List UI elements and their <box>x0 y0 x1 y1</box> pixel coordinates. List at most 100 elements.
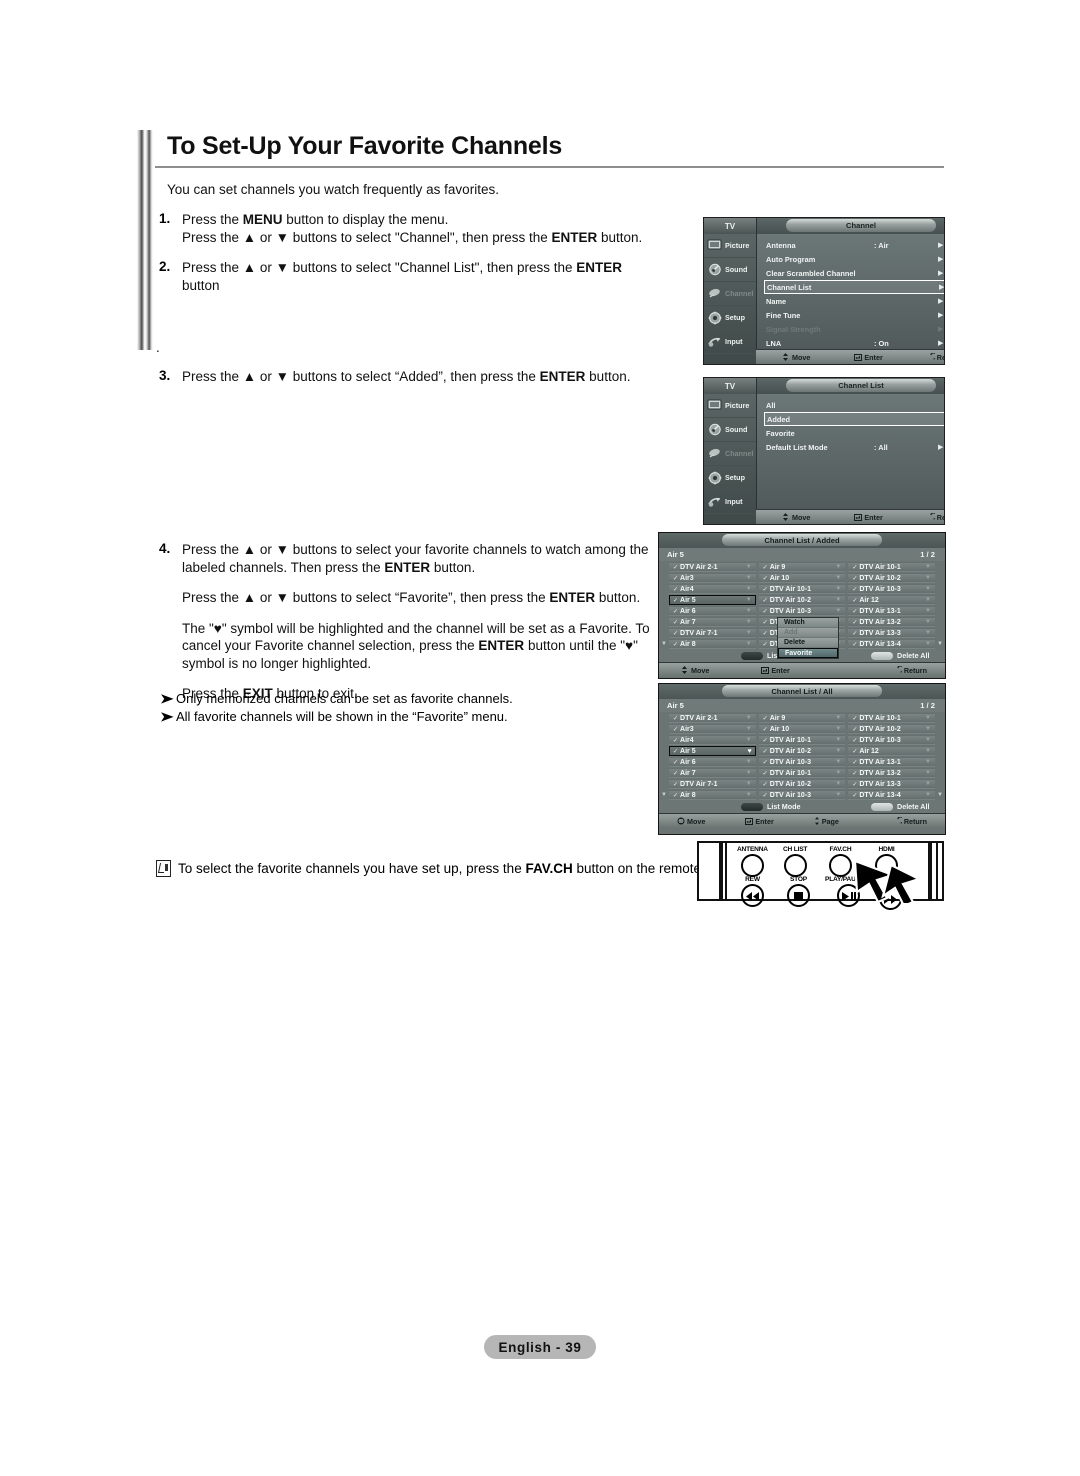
channel-cell[interactable]: ✓ DTV Air 13-4 ▼ <box>848 639 935 649</box>
list-mode-label: List Mode <box>767 802 801 811</box>
menu-row-clear-scrambled[interactable]: Clear Scrambled Channel ▶ <box>756 266 944 280</box>
channel-cell[interactable]: ✓ Air 7 ▼ <box>669 768 756 778</box>
menu-row-channel-list[interactable]: Channel List ▶ <box>764 280 944 294</box>
menu-row-default-list-mode[interactable]: Default List Mode : All ▶ <box>756 440 944 454</box>
sidebar-item-sound[interactable]: Sound <box>704 258 756 282</box>
sidebar-item-input[interactable]: Input <box>704 330 756 354</box>
channel-cell[interactable]: ✓DTV Air 10-1 ▼ <box>848 562 935 572</box>
menu-row-fine-tune[interactable]: Fine Tune ▶ <box>756 308 944 322</box>
remote-key-play-pause[interactable]: PLAY/PAUSE <box>825 876 864 907</box>
channel-grid[interactable]: ✓ DTV Air 2-1 ▼ ✓ Air 9 ▼ ✓ DTV Air 10-1 ▼ ✓ Air3 ▼… <box>659 712 945 800</box>
sidebar-item-setup[interactable]: Setup <box>704 466 756 490</box>
sidebar-item-picture[interactable]: Picture <box>704 234 756 258</box>
context-popup[interactable]: Watch Add Delete Favorite <box>777 617 839 659</box>
channel-cell[interactable]: ✓ Air 6 ▼ <box>669 606 756 616</box>
channel-cell[interactable]: ✓DTV Air 10-3 ▼ <box>848 584 935 594</box>
check-icon: ✓ <box>762 619 768 626</box>
popup-item-delete[interactable]: Delete <box>778 638 838 648</box>
scroll-down-left-icon[interactable]: ▼ <box>661 792 667 798</box>
channel-cell[interactable]: ✓ DTV Air 13-2 ▼ <box>848 768 935 778</box>
remote-key-rew[interactable]: REW <box>741 876 764 907</box>
step-item: 3. Press the ▲ or ▼ buttons to select “A… <box>155 368 675 386</box>
menu-rows: Antenna : Air ▶ Auto Program ▶ Clear Scr… <box>756 234 944 350</box>
panel-header: Channel List / Added <box>659 533 945 548</box>
popup-item-watch[interactable]: Watch <box>778 618 838 628</box>
menu-row-all[interactable]: All <box>756 398 944 412</box>
channel-cell[interactable]: ✓ DTV Air 2-1 ▼ <box>669 562 756 572</box>
channel-cell[interactable]: ✓DTV Air 10-1 ▼ <box>848 713 935 723</box>
menu-row-added[interactable]: Added <box>764 412 944 426</box>
channel-cell[interactable]: ✓DTV Air 10-2 ▼ <box>848 724 935 734</box>
sidebar-item-sound[interactable]: Sound <box>704 418 756 442</box>
remote-key-hdmi[interactable]: HDMI <box>875 846 898 877</box>
channel-cell[interactable]: ✓ DTV Air 13-3 ▼ <box>848 628 935 638</box>
menu-row-name[interactable]: Name ▶ <box>756 294 944 308</box>
channel-cell[interactable]: ✓DTV Air 10-1 ▼ <box>758 584 846 594</box>
row-label: Antenna <box>766 240 796 250</box>
sidebar-item-input[interactable]: Input <box>704 490 756 514</box>
channel-cell[interactable]: ✓ Air 5 ♥ <box>669 746 756 756</box>
channel-cell[interactable]: ✓ Air3 ▼ <box>669 573 756 583</box>
channel-cell[interactable]: ✓ Air 8 ▼ <box>669 790 756 800</box>
sidebar-item-picture[interactable]: Picture <box>704 394 756 418</box>
remote-key-stop[interactable]: STOP <box>787 876 810 907</box>
channel-cell[interactable]: ✓ Air 8 ▼ <box>669 639 756 649</box>
channel-cell[interactable]: ✓ DTV Air 7-1 ▼ <box>669 628 756 638</box>
list-mode-button[interactable]: List Mode <box>741 802 801 811</box>
row-label: Favorite <box>766 428 795 438</box>
channel-cell[interactable]: ✓DTV Air 10-2 ▼ <box>758 746 846 756</box>
channel-cell[interactable]: ✓ Air4 ▼ <box>669 584 756 594</box>
channel-cell[interactable]: ✓DTV Air 10-3 ▼ <box>758 757 846 767</box>
channel-label: DTV Air 10-3 <box>769 607 812 615</box>
chevron-down-icon: ▼ <box>745 564 752 570</box>
channel-cell[interactable]: ✓DTV Air 10-3 ▼ <box>758 606 846 616</box>
channel-cell[interactable]: ✓ Air 7 ▼ <box>669 617 756 627</box>
channel-cell[interactable]: ✓DTV Air 10-2 ▼ <box>848 573 935 583</box>
channel-cell[interactable]: ✓ DTV Air 2-1 ▼ <box>669 713 756 723</box>
channel-cell[interactable]: ✓DTV Air 10-3 ▼ <box>758 790 846 800</box>
popup-item-favorite[interactable]: Favorite <box>778 648 838 658</box>
delete-all-button[interactable]: Delete All <box>871 802 930 811</box>
menu-row-lna[interactable]: LNA : On ▶ <box>756 336 944 350</box>
step-item: 4. Press the ▲ or ▼ buttons to select yo… <box>155 541 665 703</box>
channel-cell[interactable]: ✓ Air3 ▼ <box>669 724 756 734</box>
channel-cell[interactable]: ✓ Air 9 ▼ <box>758 562 846 572</box>
channel-label: DTV Air 10-3 <box>859 736 901 744</box>
channel-cell[interactable]: ✓ Air 12 ▼ <box>848 746 935 756</box>
channel-cell[interactable]: ✓DTV Air 10-2 ▼ <box>758 779 846 789</box>
menu-row-auto-program[interactable]: Auto Program ▶ <box>756 252 944 266</box>
popup-item-add[interactable]: Add <box>778 628 838 638</box>
remote-key-ff[interactable] <box>879 886 902 910</box>
remote-key-ch-list[interactable]: CH LIST <box>783 846 807 877</box>
sidebar-item-setup[interactable]: Setup <box>704 306 756 330</box>
channel-label: DTV Air 13-2 <box>859 769 901 777</box>
channel-cell[interactable]: ✓ Air 9 ▼ <box>758 713 846 723</box>
channel-cell[interactable]: ✓ DTV Air 13-3 ▼ <box>848 779 935 789</box>
channel-cell[interactable]: ✓DTV Air 10-1 ▼ <box>758 735 846 745</box>
delete-all-button[interactable]: Delete All <box>871 651 930 660</box>
channel-cell[interactable]: ✓ DTV Air 13-1 ▼ <box>848 757 935 767</box>
channel-cell[interactable]: ✓ Air4 ▼ <box>669 735 756 745</box>
channel-cell[interactable]: ✓ DTV Air 13-1 ▼ <box>848 606 935 616</box>
scroll-down-left-icon[interactable]: ▼ <box>661 641 667 647</box>
channel-cell[interactable]: ✓DTV Air 10-2 ▼ <box>758 595 846 605</box>
chevron-right-icon: ▶ <box>938 340 944 347</box>
remote-key-antenna[interactable]: ANTENNA <box>737 846 768 877</box>
channel-cell[interactable]: ✓ Air 12 ▼ <box>848 595 935 605</box>
menu-row-favorite[interactable]: Favorite <box>756 426 944 440</box>
sidebar-item-channel[interactable]: Channel <box>704 282 756 306</box>
channel-cell[interactable]: ✓ Air 10 ▼ <box>758 573 846 583</box>
channel-cell[interactable]: ✓ DTV Air 7-1 ▼ <box>669 779 756 789</box>
channel-cell[interactable]: ✓DTV Air 10-3 ▼ <box>848 735 935 745</box>
channel-cell[interactable]: ✓ DTV Air 13-4 ▼ <box>848 790 935 800</box>
channel-cell[interactable]: ✓ Air 6 ▼ <box>669 757 756 767</box>
scroll-down-right-icon[interactable]: ▼ <box>937 792 943 798</box>
channel-cell[interactable]: ✓DTV Air 10-1 ▼ <box>758 768 846 778</box>
channel-cell[interactable]: ✓ DTV Air 13-2 ▼ <box>848 617 935 627</box>
sidebar-item-channel[interactable]: Channel <box>704 442 756 466</box>
channel-cell[interactable]: ✓ Air 10 ▼ <box>758 724 846 734</box>
remote-key-fav-ch[interactable]: FAV.CH <box>829 846 852 877</box>
menu-row-antenna[interactable]: Antenna : Air ▶ <box>756 238 944 252</box>
scroll-down-right-icon[interactable]: ▼ <box>937 641 943 647</box>
channel-cell[interactable]: ✓ Air 5 ▼ <box>669 595 756 605</box>
